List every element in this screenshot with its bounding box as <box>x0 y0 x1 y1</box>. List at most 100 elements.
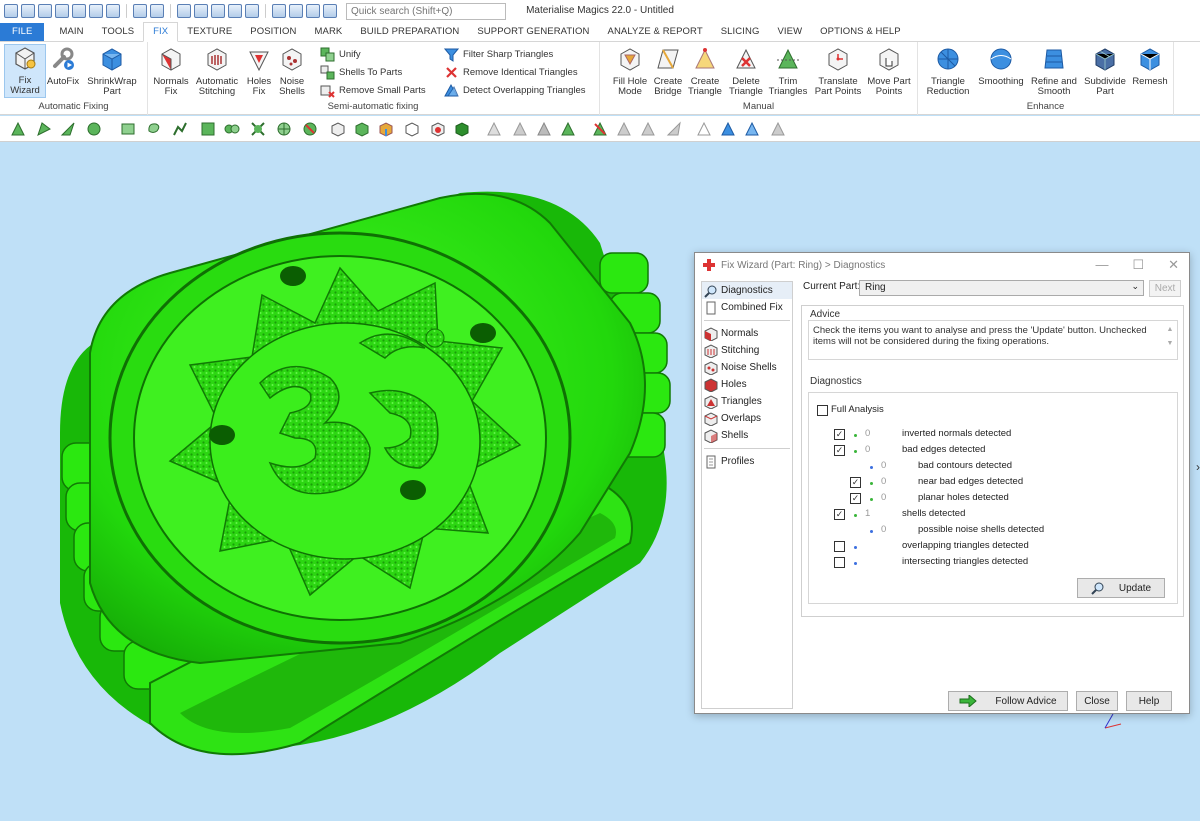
advice-scrollbar[interactable]: ▲ ▼ <box>1165 323 1175 357</box>
grid-icon[interactable] <box>289 4 303 18</box>
follow-advice-button[interactable]: Follow Advice <box>948 691 1068 711</box>
select-noise-icon[interactable] <box>250 121 266 137</box>
tab-tools[interactable]: TOOLS <box>93 23 144 41</box>
autofix-button[interactable]: AutoFix <box>46 46 80 87</box>
cube-orange-icon[interactable] <box>378 121 394 137</box>
mark-plane-icon[interactable] <box>512 121 528 137</box>
remove-identical-triangles-button[interactable]: Remove Identical Triangles <box>444 65 578 80</box>
shells-to-parts-button[interactable]: Shells To Parts <box>320 65 402 80</box>
tab-texture[interactable]: TEXTURE <box>178 23 241 41</box>
diagnostic-checkbox[interactable]: ✓ <box>834 429 845 440</box>
redo-icon[interactable] <box>150 4 164 18</box>
select-lasso-icon[interactable] <box>146 121 162 137</box>
select-wheel-icon[interactable] <box>276 121 292 137</box>
triangle-reduction-button[interactable]: Triangle Reduction <box>924 46 972 97</box>
mark-all-icon[interactable] <box>560 121 576 137</box>
unmark-triangle-icon[interactable] <box>592 121 608 137</box>
filter-sharp-triangles-button[interactable]: Filter Sharp Triangles <box>444 47 553 62</box>
nav-combined-fix[interactable]: Combined Fix <box>702 299 792 316</box>
cube-dark-green-icon[interactable] <box>454 121 470 137</box>
select-plane-icon[interactable] <box>60 121 76 137</box>
nav-normals[interactable]: Normals <box>702 325 792 342</box>
select-connected-icon[interactable] <box>224 121 240 137</box>
close-icon[interactable]: ✕ <box>1168 257 1179 273</box>
select-icon[interactable] <box>177 4 191 18</box>
diagnostic-checkbox[interactable]: ✓ <box>834 445 845 456</box>
measure-icon[interactable] <box>245 4 259 18</box>
detect-overlapping-triangles-button[interactable]: Detect Overlapping Triangles <box>444 83 586 98</box>
cube-icon[interactable] <box>306 4 320 18</box>
invert-marking-icon[interactable] <box>696 121 712 137</box>
cube-green-icon[interactable] <box>354 121 370 137</box>
holes-fix-button[interactable]: Holes Fix <box>244 46 274 97</box>
unmark-shell-icon[interactable] <box>640 121 656 137</box>
select-grow-icon[interactable] <box>200 121 216 137</box>
close-part-icon[interactable] <box>106 4 120 18</box>
diagnostic-checkbox[interactable] <box>834 541 845 552</box>
current-part-select[interactable]: Ring ⌄ <box>859 280 1144 296</box>
remesh-button[interactable]: Remesh <box>1130 46 1170 87</box>
maximize-icon[interactable]: ☐ <box>1132 257 1144 273</box>
network-icon[interactable] <box>272 4 286 18</box>
select-box-icon[interactable] <box>120 121 136 137</box>
select-surface-icon[interactable] <box>36 121 52 137</box>
nav-stitching[interactable]: Stitching <box>702 342 792 359</box>
select-shape-icon[interactable] <box>302 121 318 137</box>
marking-options-icon[interactable] <box>770 121 786 137</box>
app-icon[interactable] <box>4 4 18 18</box>
next-button[interactable]: Next <box>1149 280 1181 297</box>
shrink-marking-icon[interactable] <box>744 121 760 137</box>
tab-options-help[interactable]: OPTIONS & HELP <box>811 23 910 41</box>
tab-view[interactable]: VIEW <box>768 23 811 41</box>
undo-icon[interactable] <box>133 4 147 18</box>
nav-diagnostics[interactable]: Diagnostics <box>702 282 792 299</box>
rotate-view-icon[interactable] <box>211 4 225 18</box>
mark-triangle-icon[interactable] <box>486 121 502 137</box>
close-button[interactable]: Close <box>1076 691 1118 711</box>
nav-overlaps[interactable]: Overlaps <box>702 410 792 427</box>
nav-profiles[interactable]: Profiles <box>702 453 792 470</box>
cube-white-icon[interactable] <box>330 121 346 137</box>
tab-main[interactable]: MAIN <box>50 23 92 41</box>
quick-search-input[interactable] <box>346 2 506 20</box>
create-bridge-button[interactable]: Create Bridge <box>652 46 684 97</box>
automatic-stitching-button[interactable]: Automatic Stitching <box>194 46 240 97</box>
tab-support-generation[interactable]: SUPPORT GENERATION <box>468 23 598 41</box>
fill-hole-mode-button[interactable]: Fill Hole Mode <box>608 46 652 97</box>
fix-wizard-button[interactable]: Fix Wizard <box>4 44 46 98</box>
select-shell-icon[interactable] <box>86 121 102 137</box>
update-button[interactable]: Update <box>1077 578 1165 598</box>
translate-part-points-button[interactable]: Translate Part Points <box>812 46 864 97</box>
tab-mark[interactable]: MARK <box>306 23 352 41</box>
nav-triangles[interactable]: Triangles <box>702 393 792 410</box>
diagnostic-checkbox[interactable]: ✓ <box>850 477 861 488</box>
unmark-all-icon[interactable] <box>666 121 682 137</box>
nav-shells[interactable]: Shells <box>702 427 792 444</box>
select-triangle-icon[interactable] <box>10 121 26 137</box>
mark-shell-icon[interactable] <box>536 121 552 137</box>
move-part-points-button[interactable]: Move Part Points <box>866 46 912 97</box>
zoom-icon[interactable] <box>194 4 208 18</box>
ring-3d-model[interactable] <box>40 183 680 803</box>
cube-outline-icon[interactable] <box>404 121 420 137</box>
settings-icon[interactable] <box>323 4 337 18</box>
tab-analyze-report[interactable]: ANALYZE & REPORT <box>599 23 712 41</box>
diagnostic-checkbox[interactable]: ✓ <box>834 509 845 520</box>
diagnostic-checkbox[interactable]: ✓ <box>850 493 861 504</box>
remove-small-parts-button[interactable]: Remove Small Parts <box>320 83 426 98</box>
trim-triangles-button[interactable]: Trim Triangles <box>768 46 808 97</box>
create-triangle-button[interactable]: Create Triangle <box>686 46 724 97</box>
expand-marking-icon[interactable] <box>720 121 736 137</box>
unify-button[interactable]: Unify <box>320 47 361 62</box>
tab-file[interactable]: FILE <box>0 23 45 41</box>
save-icon[interactable] <box>55 4 69 18</box>
help-button[interactable]: Help <box>1126 691 1172 711</box>
delete-triangle-button[interactable]: Delete Triangle <box>726 46 766 97</box>
noise-shells-button[interactable]: Noise Shells <box>276 46 308 97</box>
nav-holes[interactable]: Holes <box>702 376 792 393</box>
refine-and-smooth-button[interactable]: Refine and Smooth <box>1028 46 1080 97</box>
new-file-icon[interactable] <box>21 4 35 18</box>
normals-fix-button[interactable]: Normals Fix <box>152 46 190 97</box>
save-all-icon[interactable] <box>72 4 86 18</box>
tab-build-preparation[interactable]: BUILD PREPARATION <box>351 23 468 41</box>
